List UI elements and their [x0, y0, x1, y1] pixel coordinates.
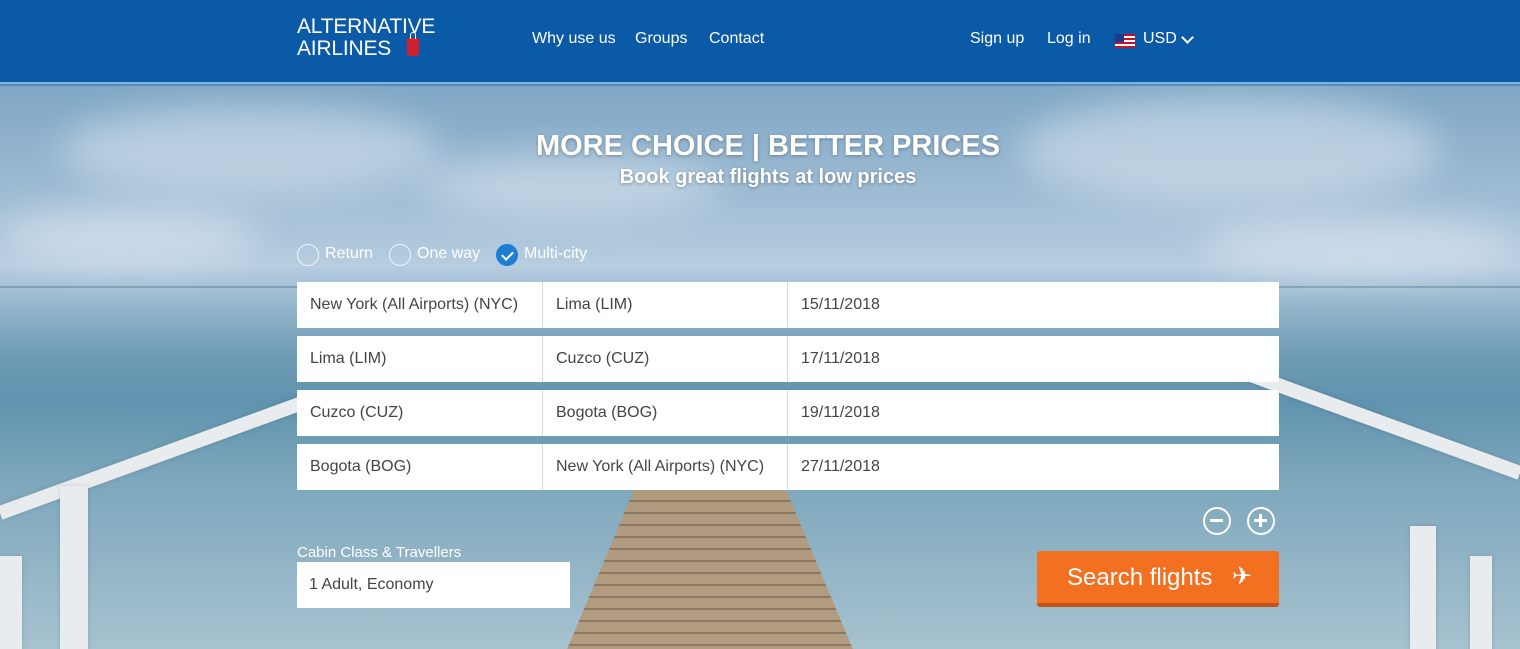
nav-why-use-us[interactable]: Why use us: [532, 30, 616, 48]
date-input[interactable]: 27/11/2018: [788, 444, 1279, 490]
hero-subtitle: Book great flights at low prices: [619, 166, 917, 188]
flight-leg-3: Cuzco (CUZ) Bogota (BOG) 19/11/2018: [297, 390, 1279, 436]
us-flag-icon[interactable]: [1115, 34, 1135, 48]
nav-groups[interactable]: Groups: [635, 30, 687, 48]
hero-title: MORE CHOICE | BETTER PRICES: [535, 130, 1001, 162]
add-leg-plus-icon[interactable]: [1247, 507, 1275, 535]
nav-contact[interactable]: Contact: [709, 30, 764, 48]
origin-input[interactable]: Cuzco (CUZ): [297, 390, 543, 436]
login-link[interactable]: Log in: [1047, 30, 1091, 48]
radio-label: Return: [325, 245, 374, 262]
origin-input[interactable]: New York (All Airports) (NYC): [297, 282, 543, 328]
top-navbar: ALTERNATIVE AIRLINES Why use us Groups C…: [0, 0, 1520, 84]
checkmark-icon[interactable]: [496, 244, 518, 266]
flight-leg-2: Lima (LIM) Cuzco (CUZ) 17/11/2018: [297, 336, 1279, 382]
cabin-class-label: Cabin Class & Travellers: [297, 544, 462, 561]
date-input[interactable]: 19/11/2018: [788, 390, 1279, 436]
destination-input[interactable]: Cuzco (CUZ): [543, 336, 788, 382]
radio-circle-icon[interactable]: [297, 244, 319, 266]
cabin-travellers-input[interactable]: 1 Adult, Economy: [297, 562, 570, 608]
destination-input[interactable]: Lima (LIM): [543, 282, 788, 328]
radio-label: One way: [417, 245, 481, 262]
date-input[interactable]: 15/11/2018: [788, 282, 1279, 328]
search-button-label: Search flights: [1067, 564, 1213, 591]
destination-input[interactable]: New York (All Airports) (NYC): [543, 444, 788, 490]
flight-leg-4: Bogota (BOG) New York (All Airports) (NY…: [297, 444, 1279, 490]
signup-link[interactable]: Sign up: [970, 30, 1024, 48]
search-flights-button[interactable]: Search flights ✈: [1037, 551, 1279, 607]
origin-input[interactable]: Lima (LIM): [297, 336, 543, 382]
luggage-tag-icon: [407, 32, 419, 56]
site-logo[interactable]: ALTERNATIVE AIRLINES: [297, 16, 435, 60]
radio-circle-icon[interactable]: [389, 244, 411, 266]
plane-icon: ✈: [1232, 563, 1253, 590]
destination-input[interactable]: Bogota (BOG): [543, 390, 788, 436]
radio-label: Multi-city: [524, 245, 588, 262]
remove-leg-minus-icon[interactable]: [1203, 507, 1231, 535]
flight-leg-1: New York (All Airports) (NYC) Lima (LIM)…: [297, 282, 1279, 328]
date-input[interactable]: 17/11/2018: [788, 336, 1279, 382]
currency-selector[interactable]: USD: [1143, 30, 1177, 48]
origin-input[interactable]: Bogota (BOG): [297, 444, 543, 490]
chevron-down-icon[interactable]: [1181, 31, 1194, 44]
